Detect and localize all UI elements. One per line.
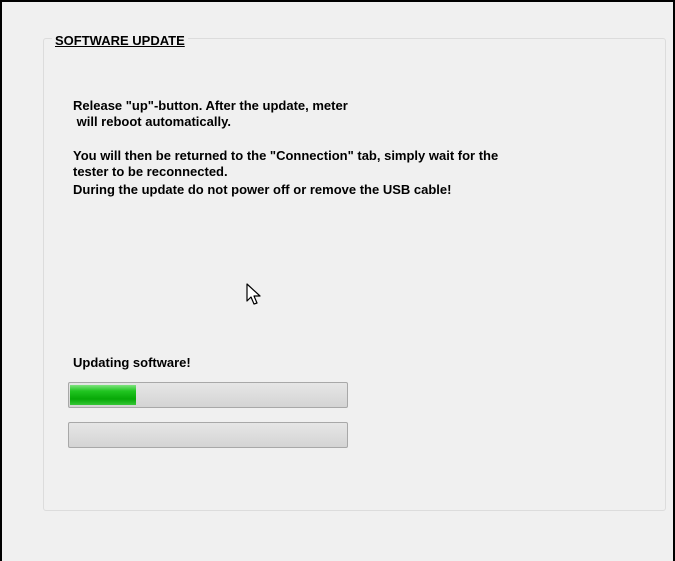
arrow-cursor-icon (246, 283, 261, 305)
primary-progress-bar (68, 382, 348, 408)
status-label: Updating software! (73, 355, 191, 370)
update-window: SOFTWARE UPDATE Release "up"-button. Aft… (0, 0, 675, 561)
warning-message: During the update do not power off or re… (73, 182, 452, 197)
release-button-message: Release "up"-button. After the update, m… (73, 98, 348, 129)
secondary-progress-bar (68, 422, 348, 448)
connection-tab-message: You will then be returned to the "Connec… (73, 148, 499, 179)
groupbox-title: SOFTWARE UPDATE (52, 33, 188, 49)
primary-progress-fill (70, 385, 136, 405)
